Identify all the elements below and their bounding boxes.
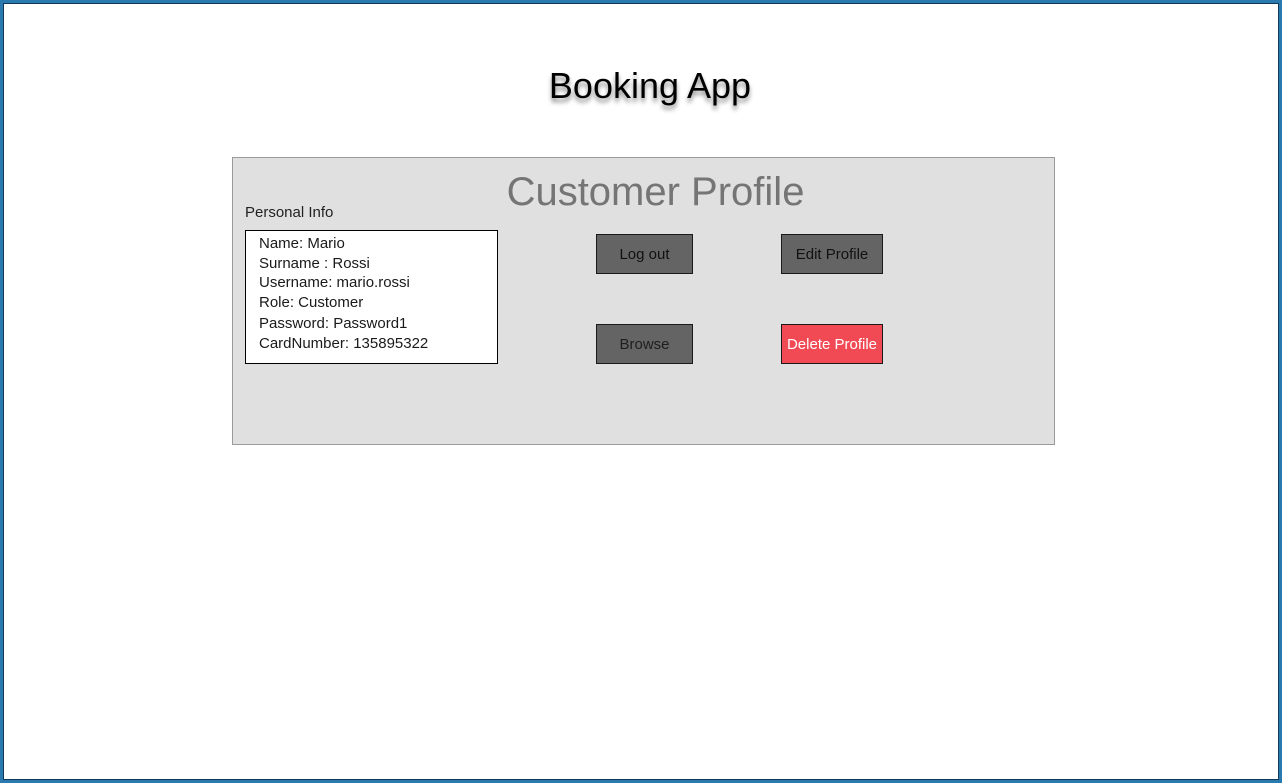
info-password: Password: Password1 — [259, 315, 408, 333]
browse-button[interactable]: Browse — [596, 324, 693, 364]
personal-info-label: Personal Info — [245, 204, 334, 221]
customer-profile-panel: Customer Profile Personal Info Name: Mar… — [232, 157, 1055, 445]
delete-profile-button[interactable]: Delete Profile — [781, 324, 883, 364]
profile-title: Customer Profile — [506, 170, 805, 214]
info-card-number: CardNumber: 135895322 — [259, 334, 429, 352]
personal-info-box: Name: Mario Surname : Rossi Username: ma… — [245, 230, 498, 364]
info-role: Role: Customer — [259, 293, 364, 311]
edit-profile-button[interactable]: Edit Profile — [781, 234, 883, 274]
info-username: Username: mario.rossi — [259, 274, 410, 292]
logout-button[interactable]: Log out — [596, 234, 693, 274]
app-title: Booking App — [548, 65, 752, 106]
info-name: Name: Mario — [259, 235, 345, 252]
info-surname: Surname : Rossi — [259, 254, 370, 272]
app-window: Booking App Customer Profile Personal In… — [0, 0, 1282, 783]
